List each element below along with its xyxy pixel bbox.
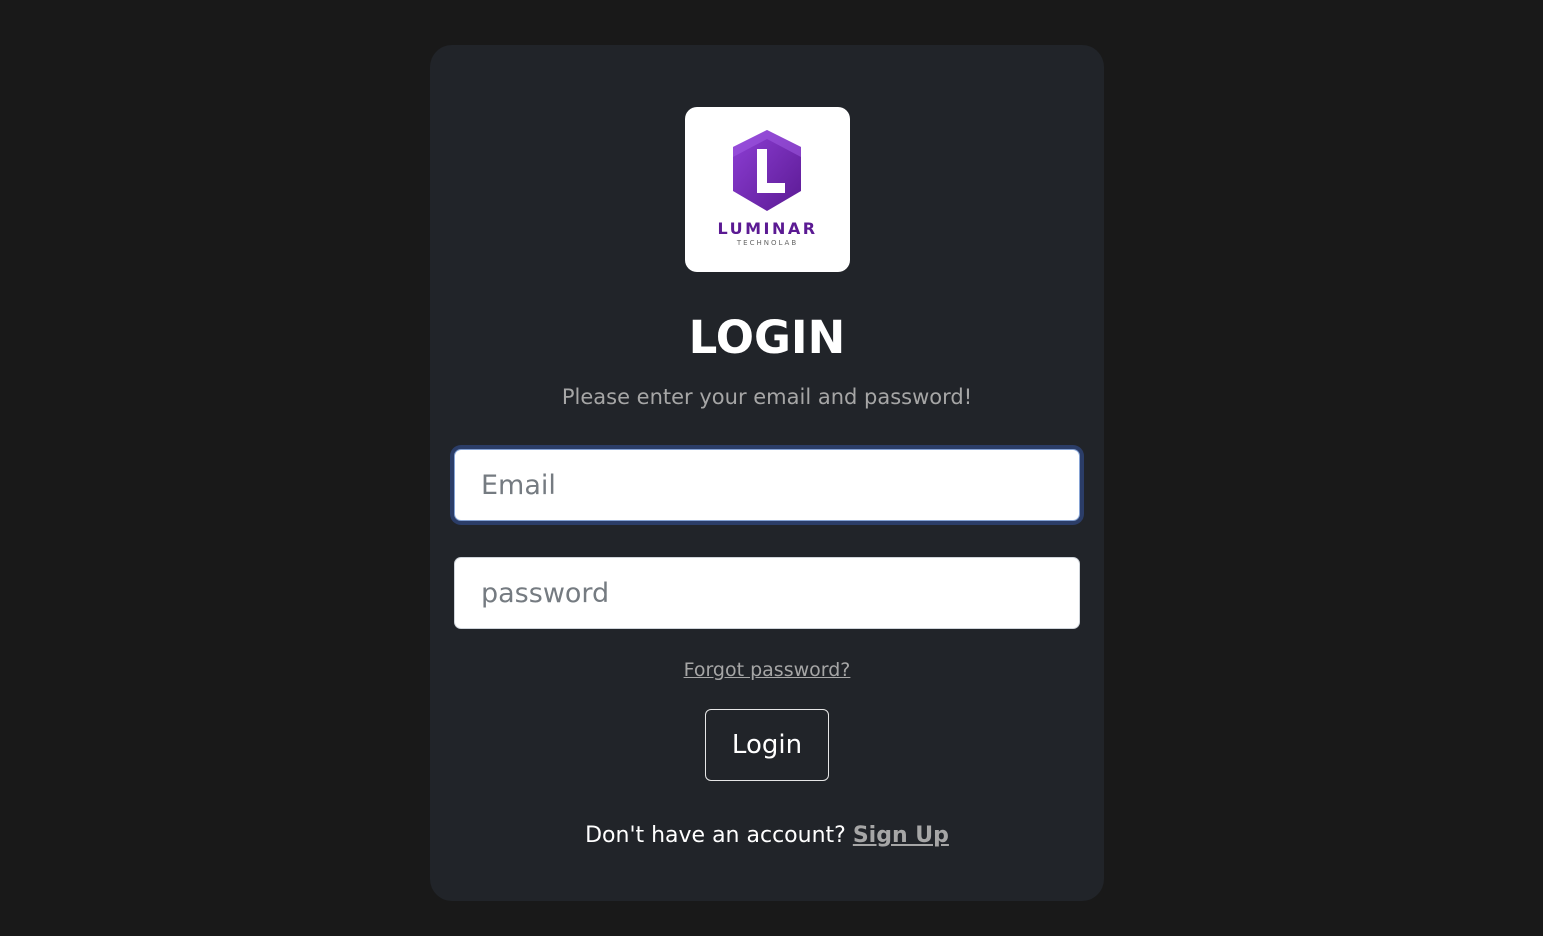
password-input[interactable] [454,557,1080,629]
signup-row: Don't have an account? Sign Up [430,821,1104,851]
luminar-logo: LUMINAR TECHNOLAB [685,107,850,272]
logo-brand-text: LUMINAR [717,219,818,238]
logo-tagline-text: TECHNOLAB [736,239,799,247]
forgot-password-link[interactable]: Forgot password? [684,659,851,681]
page-subtitle: Please enter your email and password! [561,385,973,409]
page-title: LOGIN [688,311,846,364]
login-button[interactable]: Login [705,709,829,781]
forgot-password-row: Forgot password? [430,657,1104,683]
email-input[interactable] [454,449,1080,521]
signup-link[interactable]: Sign Up [853,823,949,848]
hexagon-logo-icon [733,130,801,211]
signup-prompt: Don't have an account? [585,823,846,848]
login-card: LUMINAR TECHNOLAB LOGIN Please enter you… [430,45,1104,901]
